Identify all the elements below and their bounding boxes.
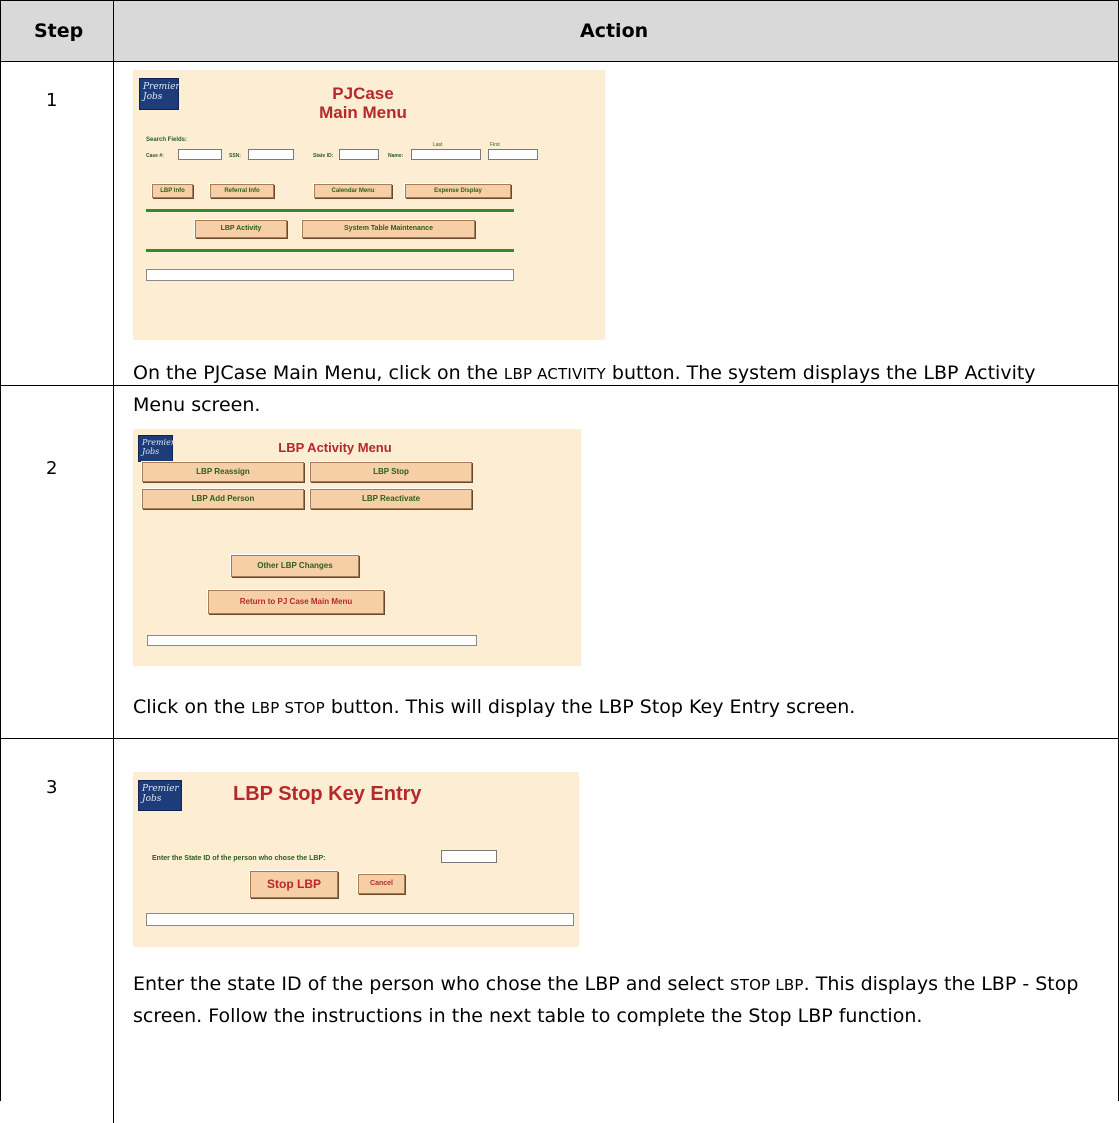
status-bar [146,913,574,926]
lbp-activity-menu-screenshot: Premier Jobs LBP Activity Menu LBP Reass… [133,429,581,666]
header-action: Action [580,20,649,42]
search-fields-label: Search Fields: [146,137,188,143]
lbp-add-person-button[interactable]: LBP Add Person [142,489,304,509]
expense-display-button[interactable]: Expense Display [405,184,511,198]
stop-lbp-button[interactable]: Stop LBP [250,871,338,898]
separator-line [146,209,514,212]
state-id-label: State ID: [313,153,334,159]
header-step: Step [34,20,84,42]
case-number-field[interactable] [178,149,222,160]
calendar-menu-button[interactable]: Calendar Menu [314,184,392,198]
state-id-field[interactable] [339,149,379,160]
other-lbp-changes-button[interactable]: Other LBP Changes [231,555,359,577]
state-id-prompt: Enter the State ID of the person who cho… [152,855,326,862]
premier-jobs-logo-icon: Premier Jobs [139,78,180,110]
action-text: Enter the state ID of the person who cho… [133,973,1079,1027]
lbp-stop-button[interactable]: LBP Stop [310,462,472,482]
referral-info-button[interactable]: Referral Info [210,184,274,198]
step-number: 3 [46,777,58,798]
row-divider [0,738,1119,739]
lbp-reactivate-button[interactable]: LBP Reactivate [310,489,472,509]
table-column-divider [113,0,114,1123]
ssn-field[interactable] [248,149,294,160]
action-text: Click on the LBP STOP button. This will … [133,696,856,718]
action-text: On the PJCase Main Menu, click on the LB… [133,362,1036,416]
screen-title: LBP Stop Key Entry [233,783,422,805]
step-number: 1 [46,90,58,111]
last-name-field[interactable] [411,149,481,160]
system-table-maintenance-button[interactable]: System Table Maintenance [302,220,475,238]
pjcase-main-menu-screenshot: Premier Jobs PJCase Main Menu Search Fie… [133,70,605,340]
last-name-label: Last [433,142,443,148]
lbp-stop-key-entry-screenshot: Premier Jobs LBP Stop Key Entry Enter th… [133,772,579,947]
status-bar [146,269,514,281]
first-name-field[interactable] [488,149,538,160]
screen-title: LBP Activity Menu [278,440,392,455]
step-number: 2 [46,458,58,479]
cancel-button[interactable]: Cancel [358,874,405,894]
case-number-label: Case #: [146,153,164,159]
separator-line [146,249,514,252]
status-bar [147,635,477,646]
state-id-field[interactable] [441,850,497,863]
ssn-label: SSN: [229,153,241,159]
name-label: Name: [388,153,404,159]
keyword: LBP ACTIVITY [503,365,606,383]
keyword: STOP LBP [730,976,804,994]
lbp-info-button[interactable]: LBP Info [152,184,193,198]
premier-jobs-logo-icon: Premier Jobs [138,435,175,462]
table-border-left [0,0,1,1101]
lbp-reassign-button[interactable]: LBP Reassign [142,462,304,482]
return-to-main-menu-button[interactable]: Return to PJ Case Main Menu [208,590,384,614]
premier-jobs-logo-icon: Premier Jobs [138,780,182,811]
first-name-label: First [490,142,500,148]
keyword: LBP STOP [251,699,325,717]
screen-title: PJCase Main Menu [319,84,407,122]
table-header: Step Action [0,0,1119,62]
lbp-activity-button[interactable]: LBP Activity [195,220,287,238]
